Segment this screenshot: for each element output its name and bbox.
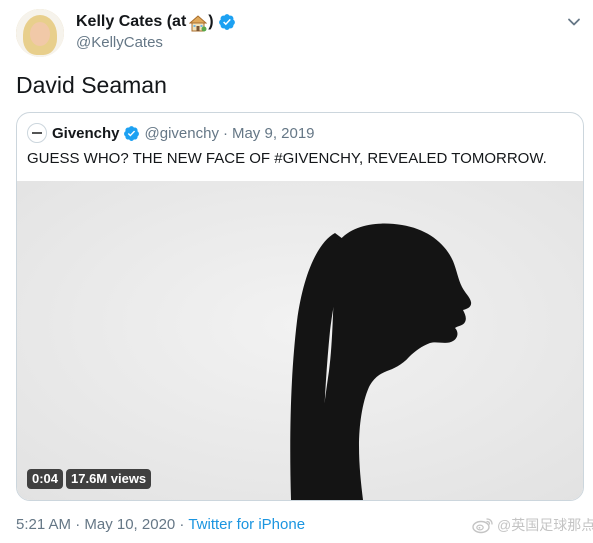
author-avatar[interactable] <box>16 9 64 57</box>
tweet-footer: 5:21 AM · May 10, 2020 · Twitter for iPh… <box>16 516 305 533</box>
watermark: @英国足球那点事 <box>472 515 593 535</box>
author-info[interactable]: Kelly Cates (at ) @KellyCates <box>76 11 236 51</box>
quoted-tweet-card[interactable]: Givenchy @givenchy · May 9, 2019 GUESS W… <box>16 112 584 501</box>
display-name-prefix: Kelly Cates (at <box>76 13 187 30</box>
quoted-tweet-date[interactable]: May 9, 2019 <box>232 125 315 142</box>
tweet-text: David Seaman <box>16 72 167 98</box>
video-views-badge: 17.6M views <box>66 469 152 489</box>
tweet-timestamp[interactable]: 5:21 AM · May 10, 2020 <box>16 516 175 533</box>
chevron-down-icon[interactable] <box>566 14 582 30</box>
author-display-name[interactable]: Kelly Cates (at ) <box>76 11 236 33</box>
tweet-card: Kelly Cates (at ) @KellyCates David Seam… <box>0 0 593 543</box>
video-duration-badge: 0:04 <box>27 469 64 489</box>
watermark-text: @英国足球那点事 <box>497 517 593 533</box>
silhouette-image <box>17 181 583 500</box>
quoted-author-handle[interactable]: @givenchy <box>145 125 219 142</box>
quoted-tweet-header: Givenchy @givenchy · May 9, 2019 <box>27 123 315 143</box>
house-emoji-icon <box>189 14 208 31</box>
quoted-author-avatar[interactable] <box>27 123 47 143</box>
display-name-suffix: ) <box>208 13 214 30</box>
avatar-face <box>30 22 50 46</box>
author-handle[interactable]: @KellyCates <box>76 34 236 51</box>
video-player[interactable]: 0:04 17.6M views <box>17 181 583 500</box>
tweet-source-link[interactable]: Twitter for iPhone <box>188 516 305 533</box>
weibo-icon <box>472 518 493 534</box>
verified-badge-icon <box>218 14 235 30</box>
verified-badge-icon <box>123 125 139 141</box>
quoted-tweet-text: GUESS WHO? THE NEW FACE OF #GIVENCHY, RE… <box>27 150 547 167</box>
separator-dot: · <box>222 124 228 142</box>
footer-separator: · <box>175 516 189 533</box>
quoted-author-name[interactable]: Givenchy <box>52 125 120 142</box>
